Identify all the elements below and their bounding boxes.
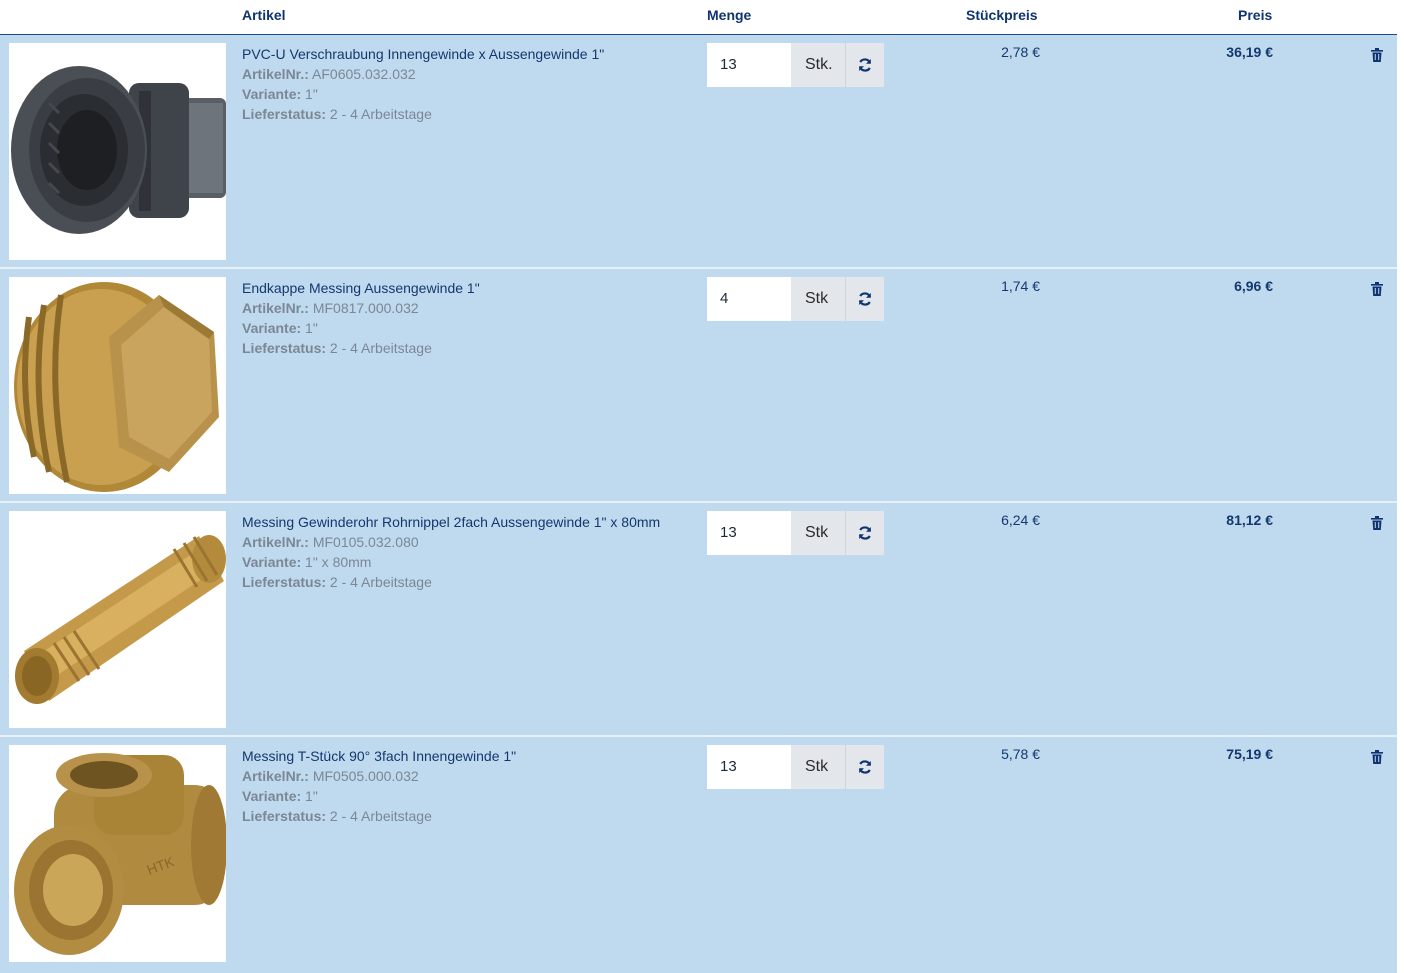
delivery-status-label: Lieferstatus: [242, 808, 327, 824]
product-image-brass-pipe-nipple[interactable] [9, 511, 226, 728]
delivery-status-label: Lieferstatus: [242, 106, 327, 122]
product-image-pvc-union[interactable] [9, 43, 226, 260]
delivery-status-line: Lieferstatus: 2 - 4 Arbeitstage [242, 806, 516, 826]
brass-tee-fitting-image: HTK [9, 745, 226, 962]
brass-pipe-nipple-image [9, 511, 226, 728]
variant-value: 1" x 80mm [305, 554, 372, 570]
column-header-artikel: Artikel [242, 7, 286, 23]
refresh-button[interactable] [845, 277, 884, 321]
cart-table-header: Artikel Menge Stückpreis Preis [0, 0, 1397, 35]
line-total: 75,19 € [1226, 746, 1273, 762]
refresh-icon [858, 292, 872, 306]
unit-label: Stk [791, 511, 845, 555]
product-image-brass-end-cap[interactable] [9, 277, 226, 494]
quantity-control: 13 Stk [707, 745, 884, 789]
article-number-line: ArtikelNr.: AF0605.032.032 [242, 64, 604, 84]
delivery-status-line: Lieferstatus: 2 - 4 Arbeitstage [242, 338, 480, 358]
cart-row: Messing Gewinderohr Rohrnippel 2fach Aus… [0, 503, 1397, 735]
quantity-input[interactable]: 13 [707, 511, 791, 555]
cart-row: PVC-U Verschraubung Innengewinde x Ausse… [0, 35, 1397, 267]
variant-value: 1" [305, 320, 318, 336]
line-total: 6,96 € [1234, 278, 1273, 294]
article-number-line: ArtikelNr.: MF0505.000.032 [242, 766, 516, 786]
refresh-button[interactable] [845, 745, 884, 789]
delivery-status-value: 2 - 4 Arbeitstage [329, 808, 432, 824]
refresh-icon [858, 760, 872, 774]
line-total: 81,12 € [1226, 512, 1273, 528]
quantity-input[interactable]: 13 [707, 745, 791, 789]
article-number-value: AF0605.032.032 [312, 66, 416, 82]
refresh-button[interactable] [845, 43, 884, 87]
variant-line: Variante: 1" [242, 318, 480, 338]
variant-value: 1" [305, 788, 318, 804]
product-info: Endkappe Messing Aussengewinde 1" Artike… [242, 278, 480, 358]
quantity-control: 13 Stk [707, 511, 884, 555]
pvc-union-fitting-image [9, 43, 226, 260]
unit-price: 5,78 € [1001, 746, 1040, 762]
refresh-icon [858, 526, 872, 540]
variant-line: Variante: 1" [242, 786, 516, 806]
variant-label: Variante: [242, 788, 302, 804]
variant-label: Variante: [242, 554, 302, 570]
unit-label: Stk [791, 745, 845, 789]
quantity-control: 4 Stk [707, 277, 884, 321]
delivery-status-value: 2 - 4 Arbeitstage [329, 106, 432, 122]
column-header-menge: Menge [707, 7, 752, 23]
delivery-status-value: 2 - 4 Arbeitstage [329, 574, 432, 590]
variant-value: 1" [305, 86, 318, 102]
product-title[interactable]: Messing Gewinderohr Rohrnippel 2fach Aus… [242, 512, 660, 532]
unit-price: 1,74 € [1001, 278, 1040, 294]
delivery-status-label: Lieferstatus: [242, 340, 327, 356]
article-number-label: ArtikelNr.: [242, 300, 309, 316]
article-number-label: ArtikelNr.: [242, 768, 309, 784]
delivery-status-line: Lieferstatus: 2 - 4 Arbeitstage [242, 572, 660, 592]
brass-end-cap-image [9, 277, 226, 494]
variant-label: Variante: [242, 86, 302, 102]
delivery-status-value: 2 - 4 Arbeitstage [329, 340, 432, 356]
refresh-icon [858, 58, 872, 72]
product-info: Messing T-Stück 90° 3fach Innengewinde 1… [242, 746, 516, 826]
unit-price: 6,24 € [1001, 512, 1040, 528]
article-number-value: MF0105.032.080 [312, 534, 419, 550]
cart-row: Endkappe Messing Aussengewinde 1" Artike… [0, 269, 1397, 501]
column-header-preis: Preis [1238, 7, 1273, 23]
article-number-label: ArtikelNr.: [242, 534, 309, 550]
trash-icon[interactable] [1371, 282, 1383, 296]
trash-icon[interactable] [1371, 750, 1383, 764]
quantity-control: 13 Stk. [707, 43, 884, 87]
unit-label: Stk [791, 277, 845, 321]
article-number-value: MF0505.000.032 [312, 768, 419, 784]
refresh-button[interactable] [845, 511, 884, 555]
article-number-line: ArtikelNr.: MF0105.032.080 [242, 532, 660, 552]
article-number-value: MF0817.000.032 [312, 300, 419, 316]
product-info: Messing Gewinderohr Rohrnippel 2fach Aus… [242, 512, 660, 592]
variant-line: Variante: 1" [242, 84, 604, 104]
line-total: 36,19 € [1226, 44, 1273, 60]
product-title[interactable]: Messing T-Stück 90° 3fach Innengewinde 1… [242, 746, 516, 766]
product-image-brass-tee[interactable]: HTK [9, 745, 226, 962]
product-title[interactable]: Endkappe Messing Aussengewinde 1" [242, 278, 480, 298]
article-number-line: ArtikelNr.: MF0817.000.032 [242, 298, 480, 318]
variant-label: Variante: [242, 320, 302, 336]
delivery-status-label: Lieferstatus: [242, 574, 327, 590]
quantity-input[interactable]: 4 [707, 277, 791, 321]
trash-icon[interactable] [1371, 516, 1383, 530]
quantity-input[interactable]: 13 [707, 43, 791, 87]
column-header-stueckpreis: Stückpreis [966, 7, 1038, 23]
article-number-label: ArtikelNr.: [242, 66, 309, 82]
cart-row: HTK Messing T-Stück 90° 3fach Innengewin… [0, 737, 1397, 969]
next-row-edge [0, 968, 1397, 973]
unit-label: Stk. [791, 43, 845, 87]
delivery-status-line: Lieferstatus: 2 - 4 Arbeitstage [242, 104, 604, 124]
unit-price: 2,78 € [1001, 44, 1040, 60]
product-title[interactable]: PVC-U Verschraubung Innengewinde x Ausse… [242, 44, 604, 64]
variant-line: Variante: 1" x 80mm [242, 552, 660, 572]
product-info: PVC-U Verschraubung Innengewinde x Ausse… [242, 44, 604, 124]
trash-icon[interactable] [1371, 48, 1383, 62]
